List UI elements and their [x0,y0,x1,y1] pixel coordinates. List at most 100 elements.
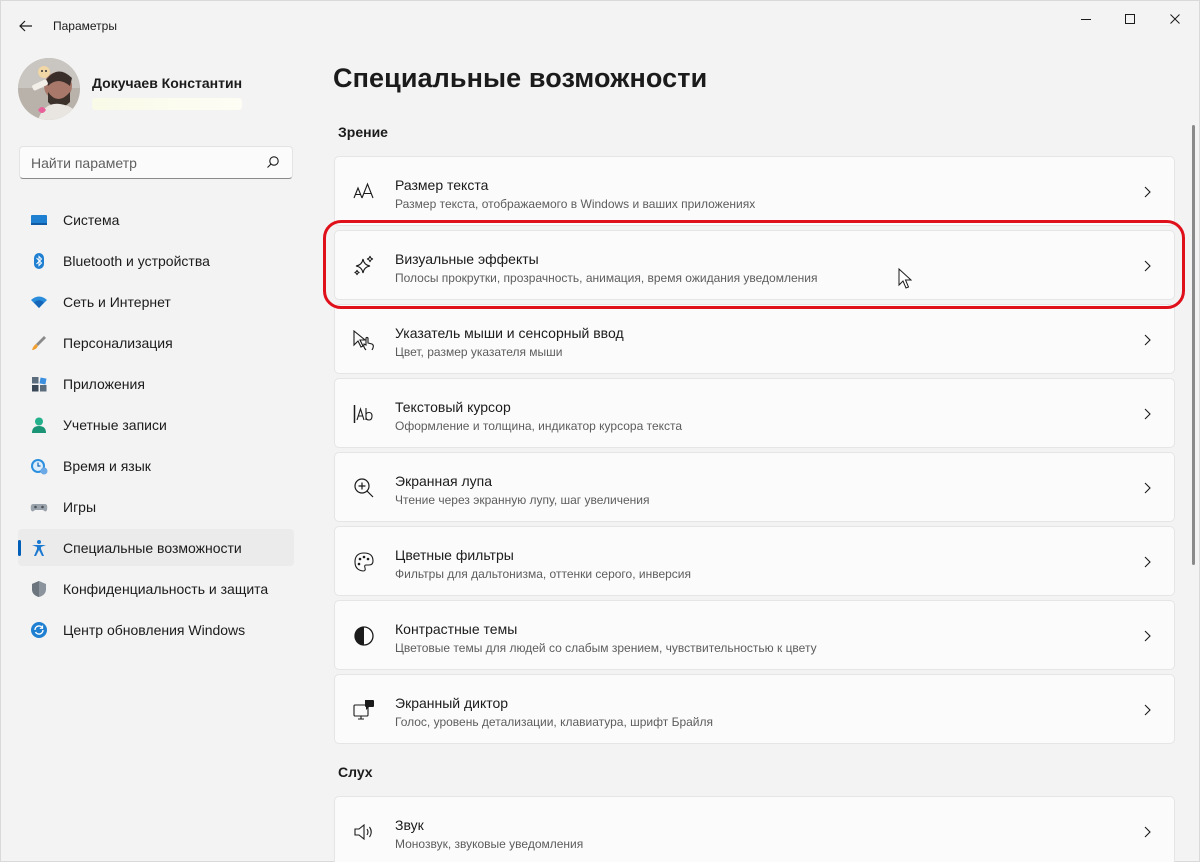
card-subtitle: Цвет, размер указателя мыши [395,345,563,359]
search-box[interactable] [19,146,293,179]
page-title: Специальные возможности [333,63,708,93]
card-title: Текстовый курсор [395,399,511,415]
chevron-right-icon [1144,704,1151,716]
narrator-icon [353,700,374,720]
card-title: Цветные фильтры [395,547,514,563]
sidebar-item-time-language[interactable]: Время и язык [18,447,294,484]
sidebar-item-label: Персонализация [63,335,173,351]
sidebar-item-accounts[interactable]: Учетные записи [18,406,294,443]
chevron-right-icon [1144,334,1151,346]
back-button[interactable] [11,11,41,41]
sidebar-item-gaming[interactable]: Игры [18,488,294,525]
update-icon [31,622,47,638]
sidebar-item-label: Система [63,212,120,228]
profile-email-blurred [92,98,242,110]
palette-icon [354,552,374,572]
mouse-cursor-icon [898,268,912,289]
sidebar-item-windows-update[interactable]: Центр обновления Windows [18,611,294,648]
close-button[interactable] [1152,1,1198,37]
chevron-right-icon [1144,260,1151,272]
sidebar-item-label: Bluetooth и устройства [63,253,210,269]
card-subtitle: Размер текста, отображаемого в Windows и… [395,197,756,211]
card-title: Экранная лупа [395,473,493,489]
pointer-touch-icon [353,329,374,351]
person-icon [32,417,46,433]
shield-icon [32,581,46,597]
search-input[interactable] [20,147,260,178]
card-narrator[interactable]: Экранный диктор Голос, уровень детализац… [334,674,1175,744]
accessibility-icon [32,540,46,556]
card-visual-effects[interactable]: Визуальные эффекты Полосы прокрутки, про… [334,230,1175,300]
chevron-right-icon [1144,826,1151,838]
sidebar-item-label: Конфиденциальность и защита [63,581,269,597]
gamepad-icon [30,504,48,512]
sidebar-item-label: Приложения [63,376,145,392]
maximize-icon [1125,14,1135,24]
card-subtitle: Оформление и толщина, индикатор курсора … [395,419,683,433]
maximize-button[interactable] [1107,1,1153,37]
card-mouse-pointer-touch[interactable]: Указатель мыши и сенсорный ввод Цвет, ра… [334,304,1175,374]
close-icon [1170,14,1180,24]
card-title: Контрастные темы [395,621,518,637]
sidebar-nav: Система Bluetooth и устройства Сеть и Ин… [18,201,294,652]
sidebar-item-privacy[interactable]: Конфиденциальность и защита [18,570,294,607]
sidebar-item-label: Игры [63,499,97,515]
search-icon[interactable] [266,155,280,169]
speaker-icon [354,823,372,841]
card-text-size[interactable]: Размер текста Размер текста, отображаемо… [334,156,1175,226]
sparkle-icon [354,255,374,276]
card-subtitle: Цветовые темы для людей со слабым зрение… [395,641,817,655]
app-title: Параметры [53,19,117,33]
chevron-right-icon [1144,482,1151,494]
wifi-icon [31,296,47,308]
sidebar-item-accessibility[interactable]: Специальные возможности [18,529,294,566]
sidebar-item-apps[interactable]: Приложения [18,365,294,402]
card-audio[interactable]: Звук Монозвук, звуковые уведомления [334,796,1175,862]
sidebar-item-label: Специальные возможности [63,540,242,556]
card-subtitle: Полосы прокрутки, прозрачность, анимация… [395,271,818,285]
card-title: Экранный диктор [395,695,509,711]
sidebar-item-personalization[interactable]: Персонализация [18,324,294,361]
profile-name: Докучаев Константин [92,75,243,91]
brush-icon [32,336,46,350]
text-size-icon [353,182,374,199]
card-text-cursor[interactable]: Текстовый курсор Оформление и толщина, и… [334,378,1175,448]
sidebar-item-label: Центр обновления Windows [63,622,246,638]
card-color-filters[interactable]: Цветные фильтры Фильтры для дальтонизма,… [334,526,1175,596]
sidebar-item-system[interactable]: Система [18,201,294,238]
chevron-right-icon [1144,186,1151,198]
card-title: Звук [395,817,424,833]
sidebar-item-label: Сеть и Интернет [63,294,171,310]
apps-icon [32,377,47,392]
card-title: Указатель мыши и сенсорный ввод [395,325,624,341]
sidebar-item-network[interactable]: Сеть и Интернет [18,283,294,320]
magnifier-icon [354,478,374,498]
sidebar-item-label: Учетные записи [63,417,167,433]
minimize-icon [1081,19,1091,20]
chevron-right-icon [1144,630,1151,642]
card-title: Размер текста [395,177,489,193]
avatar [18,58,80,120]
user-profile[interactable]: Докучаев Константин [18,58,308,122]
scrollbar[interactable] [1192,125,1195,565]
title-bar: Параметры [1,1,1199,49]
sidebar-item-label: Время и язык [63,458,151,474]
section-heading-vision: Зрение [338,124,388,140]
section-heading-hearing: Слух [338,764,373,780]
card-subtitle: Голос, уровень детализации, клавиатура, … [395,715,713,729]
minimize-button[interactable] [1063,1,1109,37]
chevron-right-icon [1144,556,1151,568]
sidebar-item-bluetooth[interactable]: Bluetooth и устройства [18,242,294,279]
arrow-left-icon [19,20,32,32]
text-cursor-icon [353,405,373,423]
card-title: Визуальные эффекты [395,251,539,267]
card-subtitle: Фильтры для дальтонизма, оттенки серого,… [395,567,692,581]
card-subtitle: Чтение через экранную лупу, шаг увеличен… [395,493,650,507]
monitor-icon [31,215,47,225]
card-contrast-themes[interactable]: Контрастные темы Цветовые темы для людей… [334,600,1175,670]
settings-window: Параметры Докучаев Константин Найти пара… [0,0,1200,862]
card-magnifier[interactable]: Экранная лупа Чтение через экранную лупу… [334,452,1175,522]
card-subtitle: Монозвук, звуковые уведомления [395,837,584,851]
bluetooth-icon [34,253,44,269]
chevron-right-icon [1144,408,1151,420]
